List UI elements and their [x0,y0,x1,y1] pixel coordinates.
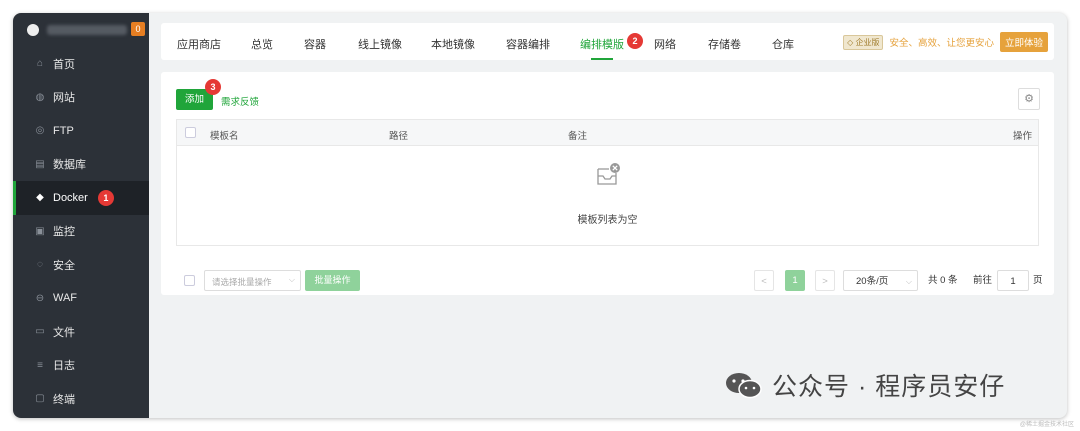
tab-containers[interactable]: 容器 [304,36,326,52]
panel-logo-icon [27,24,39,36]
sidebar-item-ftp[interactable]: ◎ FTP [13,114,149,148]
source-watermark: @稀土掘金技术社区 [1019,422,1074,428]
templates-table: 模板名 路径 备注 操作 模板列表为空 [176,119,1039,246]
sidebar-item-label: 监控 [53,226,75,239]
sidebar-item-docker[interactable]: ◆ Docker 1 [13,181,149,215]
database-icon: ▤ [35,158,45,170]
step-badge-2: 2 [627,33,643,49]
server-count-badge[interactable]: 0 [131,22,145,36]
page-size-value: 20条/页 [856,276,889,287]
sidebar-item-label: 首页 [53,58,75,71]
tab-app-store[interactable]: 应用商店 [177,36,221,52]
table-footer: 请选择批量操作 ⌵ 批量操作 < 1 > 20条/页 ⌵ 共 0 条 前往 1 页 [176,270,1043,292]
wechat-icon [726,373,762,399]
batch-operation-select[interactable]: 请选择批量操作 ⌵ [204,270,301,291]
sidebar-item-label: 日志 [53,360,75,373]
sidebar-item-terminal[interactable]: ▢ 终端 [13,382,149,416]
step-badge-1: 1 [97,189,114,206]
sidebar-item-label: 安全 [53,259,75,272]
sidebar-item-database[interactable]: ▤ 数据库 [13,148,149,182]
log-icon: ≡ [37,359,43,371]
sidebar-item-logs[interactable]: ≡ 日志 [13,349,149,383]
chevron-down-icon: ⌵ [288,275,295,284]
page-unit-label: 页 [1033,275,1043,286]
active-tab-underline [591,58,613,60]
feedback-link[interactable]: 需求反馈 [221,94,259,108]
table-header: 模板名 路径 备注 操作 [177,120,1038,146]
tab-network[interactable]: 网络 [654,36,676,52]
try-now-button[interactable]: 立即体验 [999,32,1048,52]
sidebar-item-label: 文件 [53,326,75,339]
enterprise-text: 安全、高效、让您更安心 [889,38,994,49]
waf-icon: ⊖ [35,292,45,304]
folder-icon: ▭ [35,326,45,338]
docker-tab-bar: 应用商店 总览 容器 线上镜像 本地镜像 容器编排 编排模版 2 网络 存储卷 … [161,23,1054,60]
sidebar-item-monitor[interactable]: ▣ 监控 [13,215,149,249]
tab-overview[interactable]: 总览 [251,36,273,52]
home-icon: ⌂ [36,58,44,70]
next-page-button[interactable]: > [815,270,835,291]
app-window: 0 ⌂ 首页 ◍ 网站 ◎ FTP ▤ 数据库 ◆ Docker 1 ▣ 监控 ◌ 安全 ⊖ WA… [13,13,1067,418]
settings-gear-icon[interactable]: ⚙ [1018,88,1040,110]
wechat-watermark: 公众号 · 程序员安仔 [724,367,1005,403]
tab-online-images[interactable]: 线上镜像 [358,36,402,52]
tab-compose-templates[interactable]: 编排模版 [580,36,624,52]
tab-compose[interactable]: 容器编排 [506,36,550,52]
select-all-checkbox[interactable] [185,127,196,138]
sidebar-item-label: FTP [53,124,74,137]
empty-text: 模板列表为空 [577,215,638,226]
sidebar-item-security[interactable]: ◌ 安全 [13,248,149,282]
tab-volumes[interactable]: 存储卷 [708,36,741,52]
enterprise-tag-label: 企业版 [855,37,880,47]
goto-label: 前往 [973,275,993,286]
server-name-blurred [47,25,127,35]
sidebar-item-waf[interactable]: ⊖ WAF [13,282,149,316]
sidebar-item-home[interactable]: ⌂ 首页 [13,47,149,81]
empty-inbox-icon [597,163,620,185]
page-1-button[interactable]: 1 [785,270,805,291]
sidebar-header: 0 [13,13,149,47]
docker-icon: ◆ [36,192,44,204]
sidebar-item-label: Docker [53,191,88,204]
monitor-icon: ▣ [35,225,45,237]
step-badge-3: 3 [205,79,221,95]
prev-page-button[interactable]: < [754,270,774,291]
sidebar-item-website[interactable]: ◍ 网站 [13,81,149,115]
chevron-down-icon: ⌵ [905,277,912,286]
page-size-select[interactable]: 20条/页 ⌵ [843,270,918,291]
tab-local-images[interactable]: 本地镜像 [431,36,475,52]
total-count: 共 0 条 [928,275,958,286]
terminal-icon: ▢ [35,393,45,405]
globe-icon: ◍ [35,91,45,103]
column-path[interactable]: 路径 [389,128,408,142]
sidebar-item-files[interactable]: ▭ 文件 [13,315,149,349]
batch-select-placeholder: 请选择批量操作 [212,277,272,287]
sidebar-item-label: 网站 [53,92,75,105]
sidebar: 0 ⌂ 首页 ◍ 网站 ◎ FTP ▤ 数据库 ◆ Docker 1 ▣ 监控 ◌ 安全 ⊖ WA… [13,13,149,418]
sidebar-item-label: WAF [53,292,78,305]
watermark-text: 公众号 · 程序员安仔 [772,373,1006,401]
column-template-name[interactable]: 模板名 [210,128,239,142]
empty-state: 模板列表为空 [177,146,1038,246]
goto-page-input[interactable]: 1 [997,270,1029,291]
enterprise-promo: ◇ 企业版 安全、高效、让您更安心 立即体验 [843,32,1048,52]
shield-icon: ◌ [37,259,43,271]
templates-panel: 添加 3 需求反馈 ⚙ 模板名 路径 备注 操作 模板列表为空 请选择批量操作 … [161,72,1054,295]
batch-operation-button[interactable]: 批量操作 [305,270,360,291]
sidebar-item-label: 数据库 [53,159,86,172]
enterprise-tag: ◇ 企业版 [843,34,884,50]
sidebar-item-label: 终端 [53,393,75,406]
footer-select-checkbox[interactable] [184,275,195,286]
column-actions: 操作 [1012,131,1032,142]
column-remark[interactable]: 备注 [568,128,587,142]
tab-registry[interactable]: 仓库 [772,36,794,52]
ftp-icon: ◎ [35,125,45,137]
